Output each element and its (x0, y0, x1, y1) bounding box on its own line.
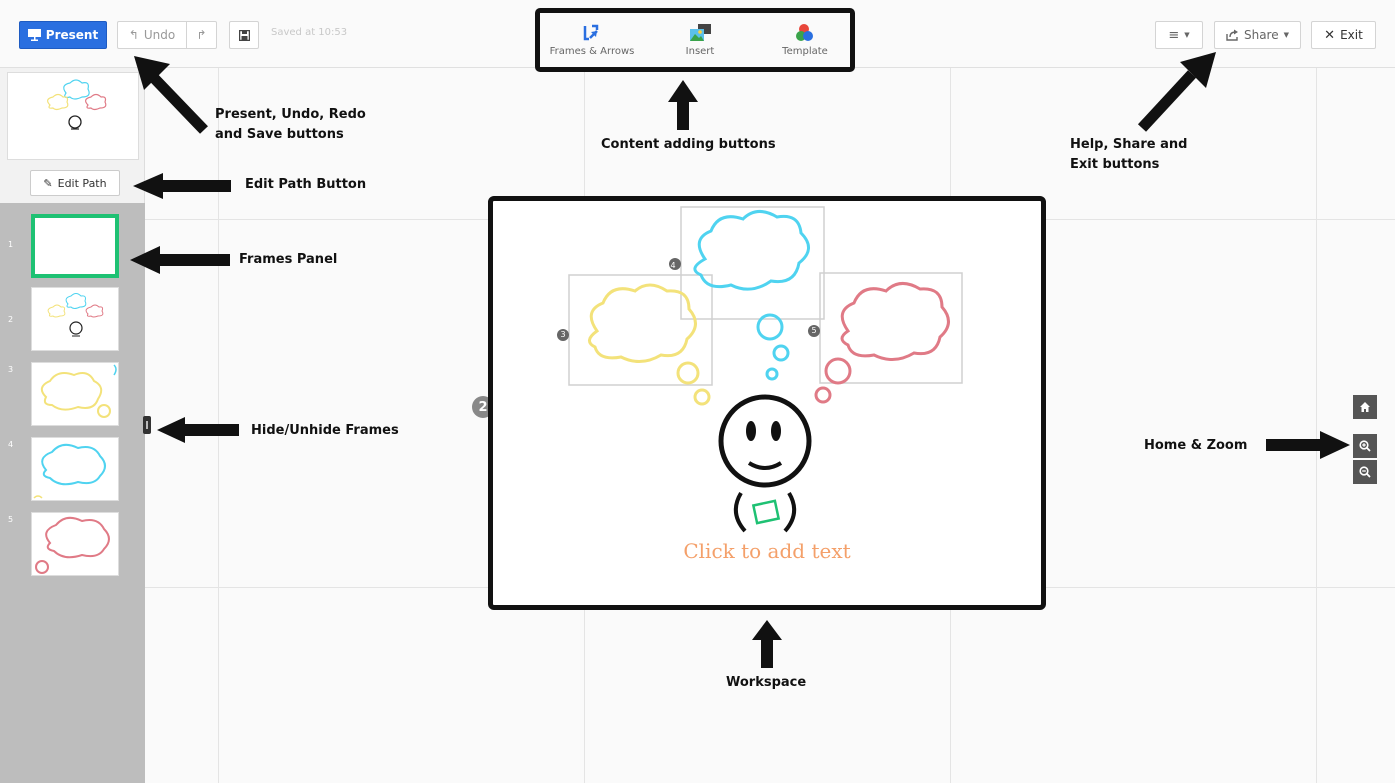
template-label: Template (782, 46, 828, 57)
save-icon (238, 29, 250, 41)
share-label: Share (1243, 28, 1279, 42)
home-icon (1360, 402, 1370, 412)
bubble-step-number: 3 (560, 330, 566, 339)
zoom-in-icon (1359, 440, 1371, 452)
frame-thumbnail-4[interactable] (31, 437, 119, 501)
insert-button[interactable]: Insert (650, 23, 750, 57)
annotation-frames-panel: Frames Panel (239, 252, 338, 267)
arrow-to-content-buttons (668, 80, 698, 130)
frame-number: 3 (8, 365, 14, 374)
share-button[interactable]: Share ▼ (1214, 21, 1301, 49)
zoom-out-button[interactable] (1353, 460, 1377, 484)
bubble-step-number: 5 (811, 326, 817, 335)
frame-5-graphic (35, 516, 110, 574)
frame-3-outline (568, 274, 713, 386)
save-button[interactable] (229, 21, 259, 49)
frames-panel: 1 2 3 4 5 (0, 203, 145, 783)
arrow-to-frames-panel (130, 246, 230, 274)
hamburger-icon: ≡ (1168, 27, 1180, 43)
content-adding-buttons-highlight: Frames & Arrows Insert Template (535, 8, 855, 72)
present-icon (27, 29, 41, 41)
annotation-line: Exit buttons (1070, 157, 1160, 172)
stick-figure-head (718, 394, 812, 488)
workspace-content: 4 3 5 Click to add text (493, 201, 1041, 605)
share-icon (1226, 29, 1238, 41)
insert-label: Insert (685, 46, 715, 57)
undo-icon: ↰ (128, 28, 139, 42)
overview-thumbnail-graphic (47, 79, 107, 130)
frame-thumbnail-1[interactable] (31, 214, 119, 278)
exit-label: Exit (1340, 28, 1363, 42)
annotation-help-share-exit: Help, Share and Exit buttons (1070, 135, 1187, 175)
frames-arrows-icon (583, 24, 599, 41)
present-button[interactable]: Present (19, 21, 107, 49)
annotation-line: Present, Undo, Redo (215, 107, 366, 122)
template-icon (796, 24, 813, 41)
undo-button[interactable]: ↰ Undo (117, 21, 187, 49)
annotation-line: Help, Share and (1070, 137, 1188, 152)
arrow-to-hide-unhide (157, 417, 239, 443)
frame-number: 2 (8, 315, 14, 324)
frames-arrows-button[interactable]: Frames & Arrows (542, 23, 642, 57)
chevron-down-icon: ▼ (1283, 31, 1290, 39)
frame-4-outline (680, 206, 825, 320)
annotation-workspace: Workspace (726, 675, 807, 690)
bubble-step-number: 4 (670, 261, 676, 270)
exit-button[interactable]: ✕ Exit (1311, 21, 1376, 49)
arrow-to-edit-path (133, 173, 231, 199)
undo-label: Undo (143, 28, 176, 42)
red-thought-cloud (840, 282, 950, 361)
annotation-content-adding-buttons: Content adding buttons (601, 137, 776, 152)
insert-image-icon (690, 24, 711, 41)
click-to-add-text[interactable]: Click to add text (493, 539, 1041, 563)
annotation-home-zoom: Home & Zoom (1144, 438, 1248, 453)
hide-unhide-frames-toggle[interactable] (143, 416, 151, 434)
edit-path-button[interactable]: ✎ Edit Path (30, 170, 120, 196)
frames-arrows-label: Frames & Arrows (549, 46, 635, 57)
frame-number: 4 (8, 440, 14, 449)
home-button[interactable] (1353, 395, 1377, 419)
pencil-icon: ✎ (43, 176, 53, 190)
zoom-in-button[interactable] (1353, 434, 1377, 458)
frame-4-graphic (33, 443, 106, 499)
workspace-canvas[interactable]: 4 3 5 Click to add text (488, 196, 1046, 610)
frame-thumbnail-5[interactable] (31, 512, 119, 576)
annotation-line: and Save buttons (215, 127, 344, 142)
close-icon: ✕ (1324, 27, 1336, 43)
redo-icon: ↱ (196, 28, 207, 42)
frame-5-outline (819, 272, 963, 384)
annotation-present-undo-redo-save: Present, Undo, Redo and Save buttons (215, 105, 366, 145)
edit-path-label: Edit Path (57, 176, 107, 190)
help-menu-button[interactable]: ≡ ▼ (1155, 21, 1203, 49)
saved-status: Saved at 10:53 (271, 27, 348, 38)
prezi-editor: Present ↰ Undo ↱ Saved at 10:53 Frames &… (0, 0, 1395, 783)
chevron-down-icon: ▼ (1184, 31, 1190, 39)
frame-thumbnail-3[interactable] (31, 362, 119, 426)
redo-button[interactable]: ↱ (187, 21, 217, 49)
zoom-out-icon (1359, 466, 1371, 478)
frame-thumbnail-2[interactable] (31, 287, 119, 351)
annotation-hide-unhide-frames: Hide/Unhide Frames (251, 423, 399, 438)
frame-number: 1 (8, 240, 14, 249)
overview-thumbnail[interactable] (7, 72, 139, 160)
frame-number: 5 (8, 515, 14, 524)
arrow-to-help-share-exit (1137, 52, 1216, 132)
frame-2-graphic (47, 293, 104, 337)
present-label: Present (45, 28, 99, 42)
arrow-to-home-zoom (1266, 431, 1350, 459)
template-button[interactable]: Template (755, 23, 855, 57)
annotation-edit-path-button: Edit Path Button (245, 177, 367, 192)
frame-3-graphic (40, 364, 117, 418)
arrow-to-workspace (752, 620, 782, 668)
arrow-to-present-buttons (134, 56, 208, 134)
yellow-thought-cloud (588, 283, 697, 363)
